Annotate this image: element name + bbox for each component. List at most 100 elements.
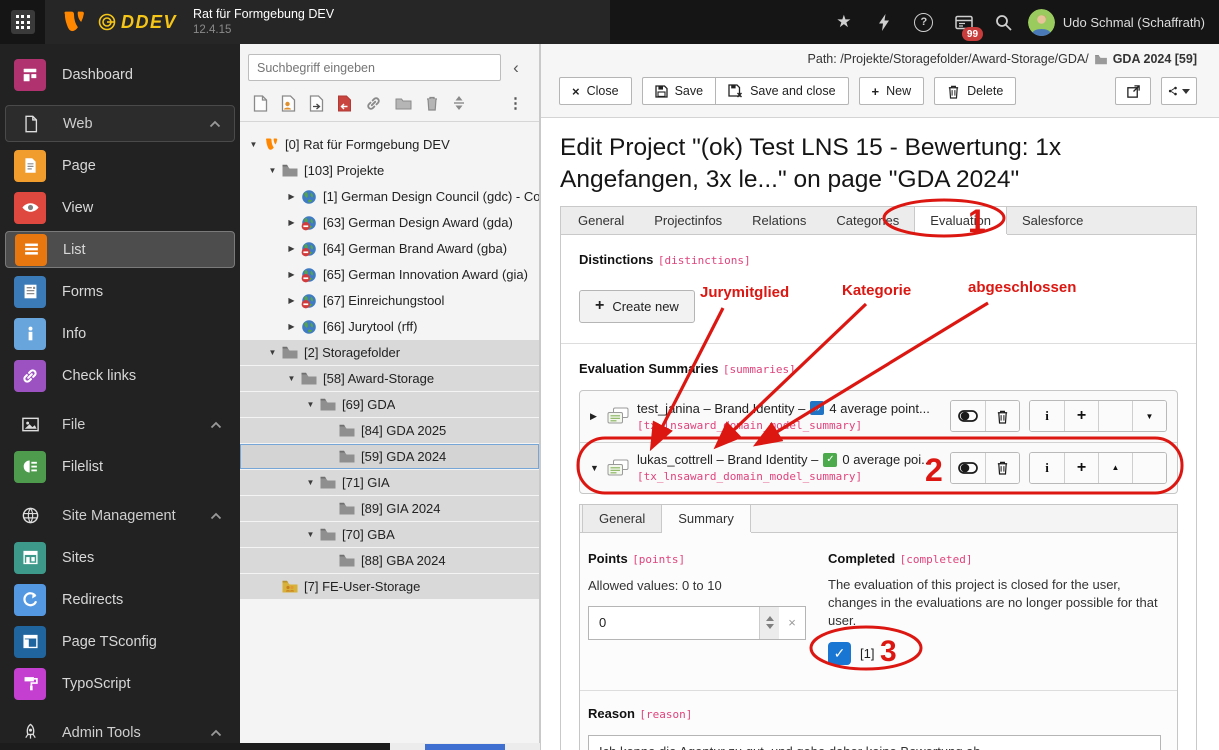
expand-icon[interactable]: ▶ <box>590 411 606 422</box>
reason-textarea[interactable]: Ich kenne die Agentur zu gut, und gebe d… <box>588 735 1161 750</box>
tree-node-89-gia-2024[interactable]: [89] GIA 2024 <box>240 496 539 521</box>
new-page-icon[interactable] <box>253 94 268 112</box>
new-button[interactable]: + New <box>858 77 925 105</box>
sidebar-group-web[interactable]: Web <box>5 105 235 142</box>
collapse-tree-icon[interactable]: ‹ <box>501 59 531 76</box>
tab-evaluation[interactable]: Evaluation <box>914 206 1007 234</box>
clear-cache-bolt-icon[interactable] <box>864 0 904 44</box>
sidebar-group-file[interactable]: File <box>5 406 235 443</box>
subtab-summary[interactable]: Summary <box>662 504 751 532</box>
completed-checkbox[interactable]: ✓ <box>828 642 851 666</box>
tab-general[interactable]: General <box>563 207 639 234</box>
sidebar-item-filelist[interactable]: Filelist <box>5 448 235 485</box>
sidebar-item-redirects[interactable]: Redirects <box>5 581 235 618</box>
tree-node-66-jurytool-rff[interactable]: ▶ [66] Jurytool (rff) <box>240 314 539 339</box>
tree-node-63-german-design-award-gda[interactable]: ▶ [63] German Design Award (gda) <box>240 210 539 235</box>
enable-toggle-button[interactable] <box>951 401 985 432</box>
chevron-down-icon[interactable]: ▼ <box>303 478 318 487</box>
tree-scrollbar-thumb[interactable] <box>425 744 505 750</box>
tree-node-64-german-brand-award-gba[interactable]: ▶ [64] German Brand Award (gba) <box>240 236 539 261</box>
new-record-button[interactable]: + <box>1064 401 1098 432</box>
open-in-new-window-button[interactable] <box>1115 77 1151 105</box>
tree-search-input[interactable] <box>248 54 501 81</box>
summary-row-test-janina[interactable]: ▶ test_janina – Brand Identity – » 4 aver… <box>580 391 1177 442</box>
value-stepper[interactable] <box>759 606 779 639</box>
new-shortcut-page-icon[interactable] <box>309 94 324 112</box>
enable-toggle-button[interactable] <box>951 452 985 483</box>
sidebar-item-page-tsconfig[interactable]: Page TSconfig <box>5 623 235 660</box>
search-icon[interactable] <box>984 0 1024 44</box>
sidebar-item-typoscript[interactable]: TypoScript <box>5 665 235 702</box>
chevron-right-icon[interactable]: ▶ <box>284 296 299 305</box>
tree-node-0-rat-f-r-formgebung-dev[interactable]: ▼ [0] Rat für Formgebung DEV <box>240 132 539 157</box>
new-record-button[interactable]: + <box>1064 452 1098 483</box>
create-new-button[interactable]: + Create new <box>579 289 695 323</box>
notifications-icon[interactable]: 99 <box>944 0 984 44</box>
tree-node-65-german-innovation-award-gia[interactable]: ▶ [65] German Innovation Award (gia) <box>240 262 539 287</box>
save-button[interactable]: Save <box>641 77 717 105</box>
chevron-right-icon[interactable]: ▶ <box>284 192 299 201</box>
share-button[interactable] <box>1161 77 1197 105</box>
help-icon[interactable]: ? <box>904 0 944 44</box>
sidebar-item-list[interactable]: List <box>5 231 235 268</box>
tree-node-58-award-storage[interactable]: ▼ [58] Award-Storage <box>240 366 539 391</box>
bookmark-star-icon[interactable]: ★ <box>824 0 864 44</box>
subtab-general[interactable]: General <box>582 504 663 532</box>
delete-button[interactable]: Delete <box>934 77 1017 105</box>
points-input[interactable] <box>589 615 759 631</box>
tab-categories[interactable]: Categories <box>821 207 914 234</box>
clear-value-icon[interactable]: × <box>779 615 805 630</box>
tree-node-59-gda-2024[interactable]: [59] GDA 2024 <box>240 444 539 469</box>
sidebar-group-site-management[interactable]: Site Management <box>5 497 235 534</box>
sidebar-item-view[interactable]: View <box>5 189 235 226</box>
user-name[interactable]: Udo Schmal (Schaffrath) <box>1063 15 1205 30</box>
chevron-right-icon[interactable]: ▶ <box>284 322 299 331</box>
link-icon[interactable] <box>365 95 382 112</box>
user-avatar[interactable] <box>1027 8 1055 36</box>
tree-node-84-gda-2025[interactable]: [84] GDA 2025 <box>240 418 539 443</box>
chevron-down-icon[interactable]: ▼ <box>265 166 280 175</box>
chevron-down-icon[interactable]: ▼ <box>246 140 261 149</box>
chevron-right-icon[interactable]: ▶ <box>284 218 299 227</box>
move-down-button[interactable]: ▼ <box>1132 401 1166 432</box>
tree-node-71-gia[interactable]: ▼ [71] GIA <box>240 470 539 495</box>
sidebar-item-forms[interactable]: Forms <box>5 273 235 310</box>
new-link-page-icon[interactable] <box>337 95 352 112</box>
info-button[interactable]: i <box>1030 401 1064 432</box>
chevron-right-icon[interactable]: ▶ <box>284 270 299 279</box>
tree-actions-menu-icon[interactable]: ⋮ <box>508 94 531 112</box>
info-button[interactable]: i <box>1030 452 1064 483</box>
save-and-close-button[interactable]: Save and close <box>715 77 849 105</box>
chevron-right-icon[interactable]: ▶ <box>284 244 299 253</box>
summary-row-lukas-cottrell[interactable]: ▼ lukas_cottrell – Brand Identity – ✓ 0 a… <box>580 441 1177 493</box>
sidebar-item-info[interactable]: Info <box>5 315 235 352</box>
new-page-user-icon[interactable] <box>281 94 296 112</box>
tree-node-88-gba-2024[interactable]: [88] GBA 2024 <box>240 548 539 573</box>
tree-node-69-gda[interactable]: ▼ [69] GDA <box>240 392 539 417</box>
sidebar-item-dashboard[interactable]: Dashboard <box>5 56 235 93</box>
brand-block[interactable]: DDEV Rat für Formgebung DEV 12.4.15 <box>45 0 610 44</box>
horizontal-scrollbar-thumb[interactable] <box>0 743 390 750</box>
chevron-down-icon[interactable]: ▼ <box>303 530 318 539</box>
tab-projectinfos[interactable]: Projectinfos <box>639 207 737 234</box>
apps-grid-icon[interactable] <box>0 0 45 44</box>
new-folder-icon[interactable] <box>395 96 412 110</box>
tree-node-70-gba[interactable]: ▼ [70] GBA <box>240 522 539 547</box>
chevron-down-icon[interactable]: ▼ <box>265 348 280 357</box>
delete-record-button[interactable] <box>985 452 1019 483</box>
move-up-button[interactable]: ▲ <box>1098 452 1132 483</box>
tab-relations[interactable]: Relations <box>737 207 821 234</box>
close-button[interactable]: × Close <box>559 77 632 105</box>
tab-salesforce[interactable]: Salesforce <box>1007 207 1098 234</box>
delete-record-button[interactable] <box>985 401 1019 432</box>
expand-collapse-all-icon[interactable] <box>452 95 466 111</box>
sidebar-item-page[interactable]: Page <box>5 147 235 184</box>
collapse-icon[interactable]: ▼ <box>590 463 606 473</box>
tree-node-1-german-design-council-gdc-corpor[interactable]: ▶ [1] German Design Council (gdc) - Corpo… <box>240 184 539 209</box>
sidebar-item-check-links[interactable]: Check links <box>5 357 235 394</box>
sidebar-item-sites[interactable]: Sites <box>5 539 235 576</box>
recycler-trash-icon[interactable] <box>425 95 439 111</box>
tree-node-7-fe-user-storage[interactable]: [7] FE-User-Storage <box>240 574 539 599</box>
chevron-down-icon[interactable]: ▼ <box>284 374 299 383</box>
tree-node-67-einreichungstool[interactable]: ▶ [67] Einreichungstool <box>240 288 539 313</box>
